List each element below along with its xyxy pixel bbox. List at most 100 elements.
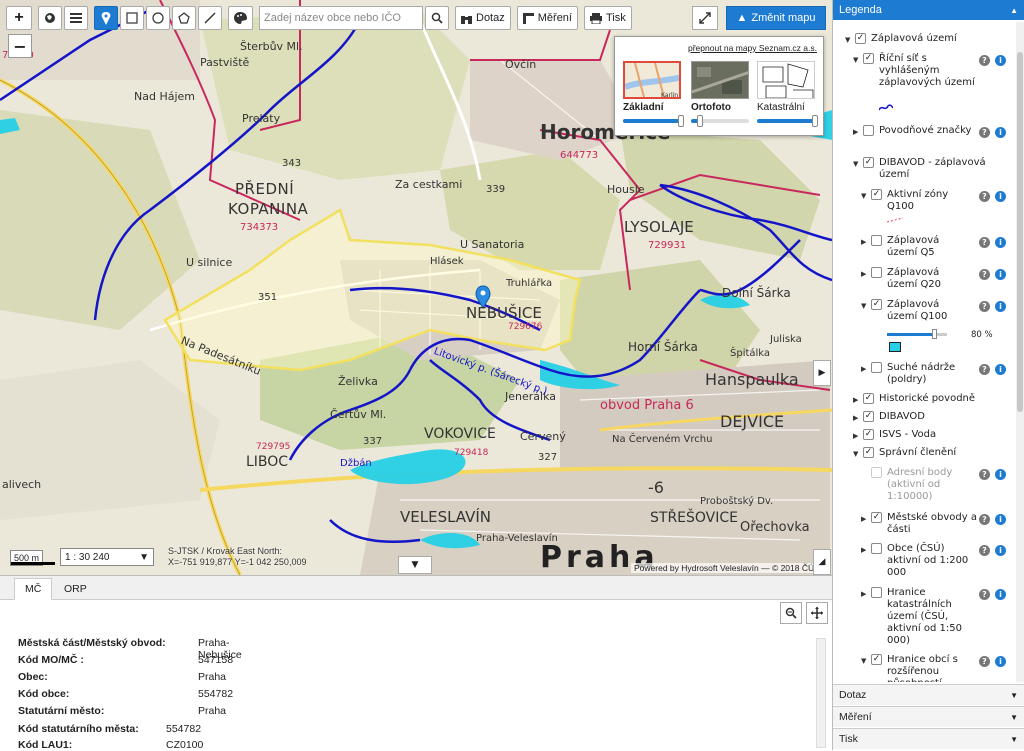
caret-down-icon[interactable]: ▼ [845,36,850,44]
seznam-link[interactable]: přepnout na mapy Seznam.cz a.s. [688,43,817,53]
help-icon[interactable]: ? [979,301,990,312]
zoom-out-button[interactable]: − [8,34,32,58]
caret-down-icon[interactable]: ▼ [853,160,858,168]
layer-checkbox[interactable] [871,543,882,554]
help-icon[interactable]: ? [979,237,990,248]
legend-header[interactable]: Legenda ▲ [833,0,1024,20]
layer-checkbox[interactable]: ✓ [871,654,882,665]
info-icon[interactable]: i [995,237,1006,248]
layer-opacity-slider[interactable] [887,329,947,339]
help-icon[interactable]: ? [979,469,990,480]
layer-checkbox[interactable]: ✓ [863,447,874,458]
caret-down-icon[interactable]: ▼ [853,450,858,458]
info-icon[interactable]: i [995,589,1006,600]
caret-right-icon[interactable]: ▶ [861,270,866,278]
legend-scrollbar[interactable] [1016,22,1024,682]
expand-side-button[interactable]: ▶ [813,360,831,386]
zoom-in-button[interactable]: + [6,6,32,30]
query-button[interactable]: Dotaz [455,6,511,30]
info-icon[interactable]: i [995,364,1006,375]
layer-checkbox[interactable]: ✓ [863,53,874,64]
opacity-slider[interactable] [623,115,684,127]
info-icon[interactable]: i [995,269,1006,280]
corner-resize-button[interactable]: ◢ [813,549,831,575]
caret-right-icon[interactable]: ▶ [853,128,858,136]
layer-checkbox[interactable]: ✓ [863,411,874,422]
zoom-to-feature-icon[interactable] [780,602,802,624]
caret-down-icon[interactable]: ▼ [861,302,866,310]
search-input[interactable]: Zadej název obce nebo IČO [259,6,423,30]
opacity-slider[interactable] [691,115,749,127]
layer-checkbox[interactable]: ✓ [863,393,874,404]
palette-icon[interactable] [228,6,253,30]
fullscreen-icon[interactable] [692,6,718,30]
info-icon[interactable]: i [995,55,1006,66]
info-icon[interactable]: i [995,545,1006,556]
marker-tool-icon[interactable] [94,6,118,30]
help-icon[interactable]: ? [979,269,990,280]
tab-orp[interactable]: ORP [54,578,97,600]
info-scrollbar[interactable] [816,638,826,748]
help-icon[interactable]: ? [979,589,990,600]
line-tool-icon[interactable] [198,6,222,30]
info-icon[interactable]: i [995,469,1006,480]
info-icon[interactable]: i [995,127,1006,138]
help-icon[interactable]: ? [979,656,990,667]
caret-right-icon[interactable]: ▶ [853,414,858,422]
info-icon[interactable]: i [995,656,1006,667]
caret-right-icon[interactable]: ▶ [861,365,866,373]
info-icon[interactable]: i [995,514,1006,525]
layer-checkbox[interactable] [871,587,882,598]
circle-tool-icon[interactable] [146,6,170,30]
layer-checkbox[interactable] [871,235,882,246]
scale-select[interactable]: 1 : 30 240 ▼ [60,548,154,566]
print-button[interactable]: Tisk [584,6,632,30]
caret-right-icon[interactable]: ▶ [861,238,866,246]
caret-right-icon[interactable]: ▶ [861,515,866,523]
accordion-measure[interactable]: Měření ▼ [833,706,1024,727]
layer-checkbox[interactable] [871,362,882,373]
caret-down-icon[interactable]: ▼ [853,56,858,64]
pan-icon[interactable] [806,602,828,624]
caret-down-icon[interactable]: ▼ [861,657,866,665]
measure-button[interactable]: Měření [516,6,578,30]
help-icon[interactable]: ? [979,127,990,138]
caret-right-icon[interactable]: ▶ [861,546,866,554]
map-view[interactable]: Horoměřice 644773 PŘEDNÍ KOPANINA 734373… [0,0,832,575]
help-icon[interactable]: ? [979,514,990,525]
opacity-slider[interactable] [757,115,818,127]
caret-right-icon[interactable]: ▶ [853,432,858,440]
help-icon[interactable]: ? [979,191,990,202]
globe-icon[interactable] [38,6,62,30]
change-map-button[interactable]: ▲ Změnit mapu [726,6,826,30]
help-icon[interactable]: ? [979,364,990,375]
layer-checkbox[interactable]: ✓ [855,33,866,44]
basemap-thumb-basic[interactable]: Karlín [623,61,681,99]
layer-checkbox[interactable]: ✓ [871,512,882,523]
help-icon[interactable]: ? [979,55,990,66]
info-icon[interactable]: i [995,301,1006,312]
scrollbar-thumb[interactable] [1017,52,1023,412]
help-icon[interactable]: ? [979,545,990,556]
basemap-thumb-ortho[interactable] [691,61,749,99]
caret-right-icon[interactable]: ▶ [853,396,858,404]
menu-icon[interactable] [64,6,88,30]
rectangle-tool-icon[interactable] [120,6,144,30]
polygon-tool-icon[interactable] [172,6,196,30]
accordion-query[interactable]: Dotaz ▼ [833,684,1024,705]
layer-checkbox[interactable]: ✓ [871,189,882,200]
basemap-thumb-cadastral[interactable] [757,61,815,99]
info-icon[interactable]: i [995,191,1006,202]
tab-mc[interactable]: MČ [14,578,53,600]
accordion-print[interactable]: Tisk ▼ [833,728,1024,749]
caret-down-icon[interactable]: ▼ [861,192,866,200]
search-button[interactable] [425,6,449,30]
layer-checkbox[interactable] [863,125,874,136]
layer-checkbox[interactable]: ✓ [863,429,874,440]
layer-checkbox[interactable] [871,267,882,278]
layer-checkbox[interactable]: ✓ [871,299,882,310]
layer-checkbox[interactable]: ✓ [863,157,874,168]
caret-right-icon[interactable]: ▶ [861,590,866,598]
collapse-panel-button[interactable]: ▼ [398,556,432,574]
layer-checkbox[interactable] [871,467,882,478]
